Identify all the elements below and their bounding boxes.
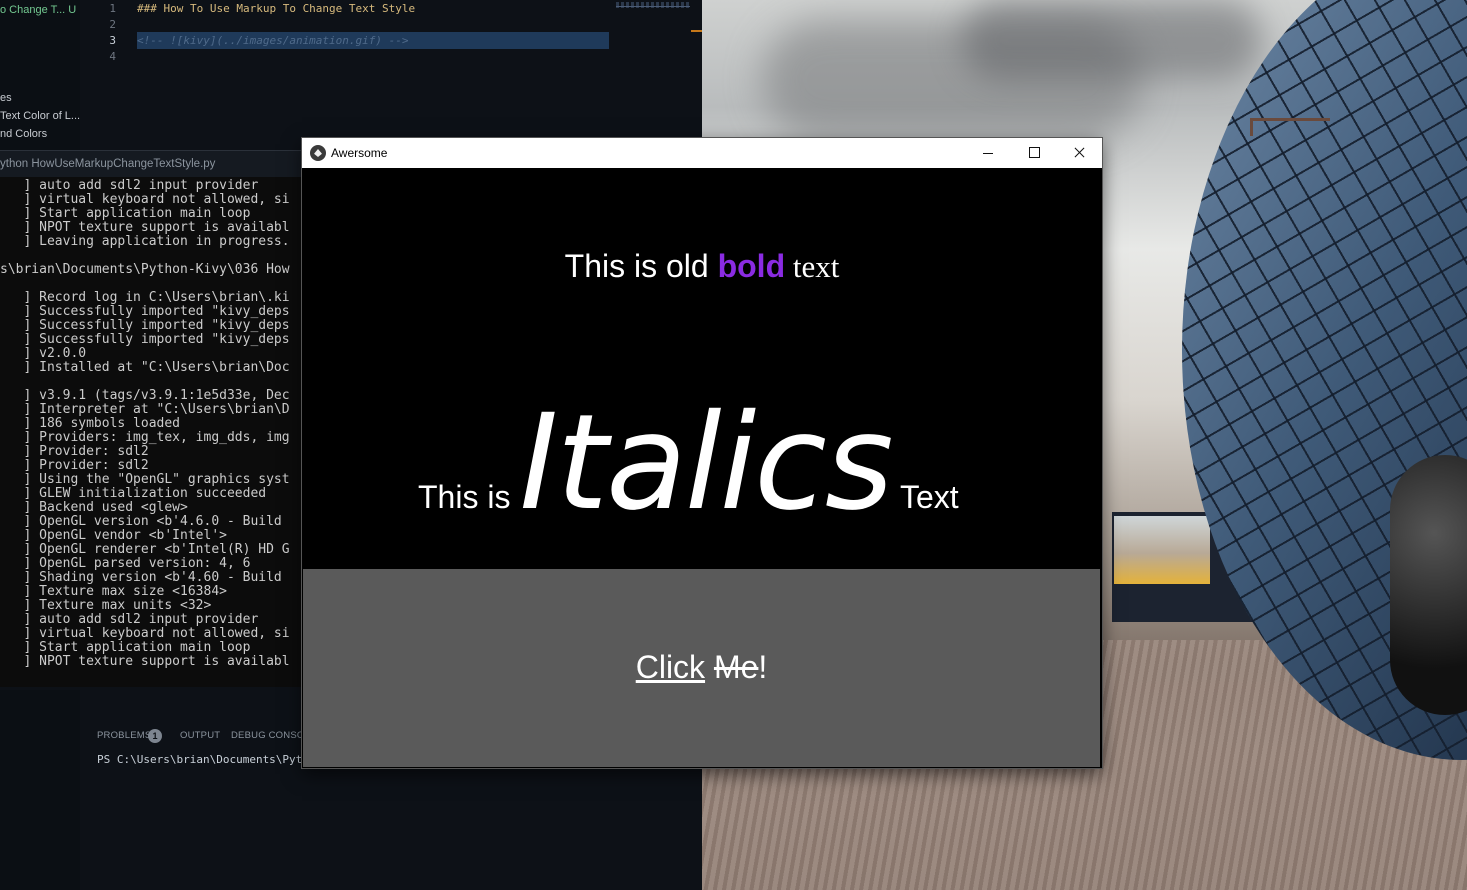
terminal-line: ] Start application main loop <box>0 206 251 221</box>
explorer-item[interactable]: o Change T... U <box>0 4 76 16</box>
terminal-line: ] virtual keyboard not allowed, si <box>0 192 290 207</box>
terminal-line: ] Leaving application in progress. <box>0 234 290 249</box>
minimap[interactable] <box>616 2 690 8</box>
terminal-line: ] Backend used <glew> <box>0 500 188 515</box>
italics-text: Italics <box>519 386 893 540</box>
terminal-line: ] Shading version <b'4.60 - Build <box>0 570 282 585</box>
explorer-item[interactable]: nd Colors <box>0 128 47 140</box>
terminal-line: ] OpenGL renderer <b'Intel(R) HD G <box>0 542 290 557</box>
button-label: Click Me! <box>303 649 1100 686</box>
line-number: 1 <box>109 2 116 15</box>
wallpaper-poster <box>1114 516 1210 584</box>
terminal-line: ] v2.0.0 <box>0 346 87 361</box>
terminal-header: ython HowUseMarkupChangeTextStyle.py <box>0 150 302 177</box>
terminal-line: ] Interpreter at "C:\Users\brian\D <box>0 402 290 417</box>
terminal-line: ] NPOT texture support is availabl <box>0 220 290 235</box>
terminal-line: ] Start application main loop <box>0 640 251 655</box>
label-text: This is <box>418 479 520 515</box>
terminal-line: ] Using the "OpenGL" graphics syst <box>0 472 290 487</box>
markup-label-italics: This is Italics Text <box>418 388 959 538</box>
terminal-line: ] 186 symbols loaded <box>0 416 181 431</box>
terminal-line: ] Successfully imported "kivy_deps <box>0 304 290 319</box>
maximize-button[interactable] <box>1011 138 1057 168</box>
wallpaper-crane <box>1250 118 1330 121</box>
window-titlebar[interactable]: Awersome <box>302 138 1102 168</box>
terminal-line: ] OpenGL parsed version: 4, 6 <box>0 556 251 571</box>
terminal-line: ] Provider: sdl2 <box>0 444 149 459</box>
terminal-line: ] virtual keyboard not allowed, si <box>0 626 290 641</box>
terminal-line: ] GLEW initialization succeeded <box>0 486 267 501</box>
label-text: ! <box>758 649 768 685</box>
markup-label-bold: This is old bold text <box>302 248 1102 285</box>
terminal-line: ] Installed at "C:\Users\brian\Doc <box>0 360 290 375</box>
explorer-item[interactable]: es <box>0 92 12 104</box>
window-title: Awersome <box>331 146 388 160</box>
terminal-line: ] Texture max units <32> <box>0 598 212 613</box>
label-space <box>705 649 714 685</box>
minimize-button[interactable] <box>965 138 1011 168</box>
problems-count-badge: 1 <box>148 729 162 743</box>
maximize-icon <box>1029 147 1040 158</box>
minimap <box>616 6 690 7</box>
wallpaper-crane <box>1250 118 1253 136</box>
terminal-line: ] OpenGL vendor <b'Intel'> <box>0 528 227 543</box>
bold-text: bold <box>717 248 786 284</box>
tab-output[interactable]: OUTPUT <box>180 730 220 741</box>
terminal-tab-title[interactable]: ython HowUseMarkupChangeTextStyle.py <box>0 158 215 170</box>
code-line[interactable]: ### How To Use Markup To Change Text Sty… <box>137 2 415 15</box>
line-number: 2 <box>109 18 116 31</box>
terminal-line: ] v3.9.1 (tags/v3.9.1:1e5d33e, Dec <box>0 388 290 403</box>
close-button[interactable] <box>1056 138 1102 168</box>
terminal-line: ] Providers: img_tex, img_dds, img <box>0 430 290 445</box>
underlined-text: Click <box>635 649 706 685</box>
terminal-line: ] Provider: sdl2 <box>0 458 149 473</box>
line-number: 3 <box>109 34 116 47</box>
file-explorer: o Change T... U es Text Color of L... nd… <box>0 0 80 150</box>
app-content: This is old bold text This is Italics Te… <box>302 168 1102 768</box>
scrollbar-marker <box>691 30 702 32</box>
kivy-app-icon <box>310 145 326 161</box>
terminal-prompt[interactable]: PS C:\Users\brian\Documents\Python <box>97 753 322 766</box>
wallpaper-sculpture <box>1390 455 1467 715</box>
tab-problems[interactable]: PROBLEMS <box>97 730 151 741</box>
serif-text: text <box>785 249 840 284</box>
code-line[interactable]: <!-- ![kivy](../images/animation.gif) --… <box>137 34 409 47</box>
app-window: Awersome This is old bold text This is I… <box>302 138 1102 768</box>
terminal-line: ] NPOT texture support is availabl <box>0 654 290 669</box>
terminal-line: ] auto add sdl2 input provider <box>0 612 259 627</box>
strikethrough-text: Me <box>713 649 759 685</box>
terminal-line: ] Record log in C:\Users\brian\.ki <box>0 290 290 305</box>
terminal-line: ] Successfully imported "kivy_deps <box>0 332 290 347</box>
wallpaper-cloud <box>962 0 1262 80</box>
label-text: This is old <box>564 248 718 284</box>
line-number: 4 <box>109 50 116 63</box>
explorer-item[interactable]: Text Color of L... <box>0 110 80 122</box>
sidebar-lower <box>0 690 80 890</box>
minimize-icon <box>983 153 993 154</box>
click-me-button[interactable]: Click Me! <box>303 569 1100 767</box>
label-text: Text <box>891 479 959 515</box>
terminal-line: ] Texture max size <16384> <box>0 584 227 599</box>
terminal-line: ] auto add sdl2 input provider <box>0 178 259 193</box>
terminal-line: ] OpenGL version <b'4.6.0 - Build <box>0 514 282 529</box>
terminal-line: s\brian\Documents\Python-Kivy\036 How <box>0 262 290 277</box>
terminal-line: ] Successfully imported "kivy_deps <box>0 318 290 333</box>
terminal-output[interactable]: ] auto add sdl2 input provider ] virtual… <box>0 177 302 687</box>
